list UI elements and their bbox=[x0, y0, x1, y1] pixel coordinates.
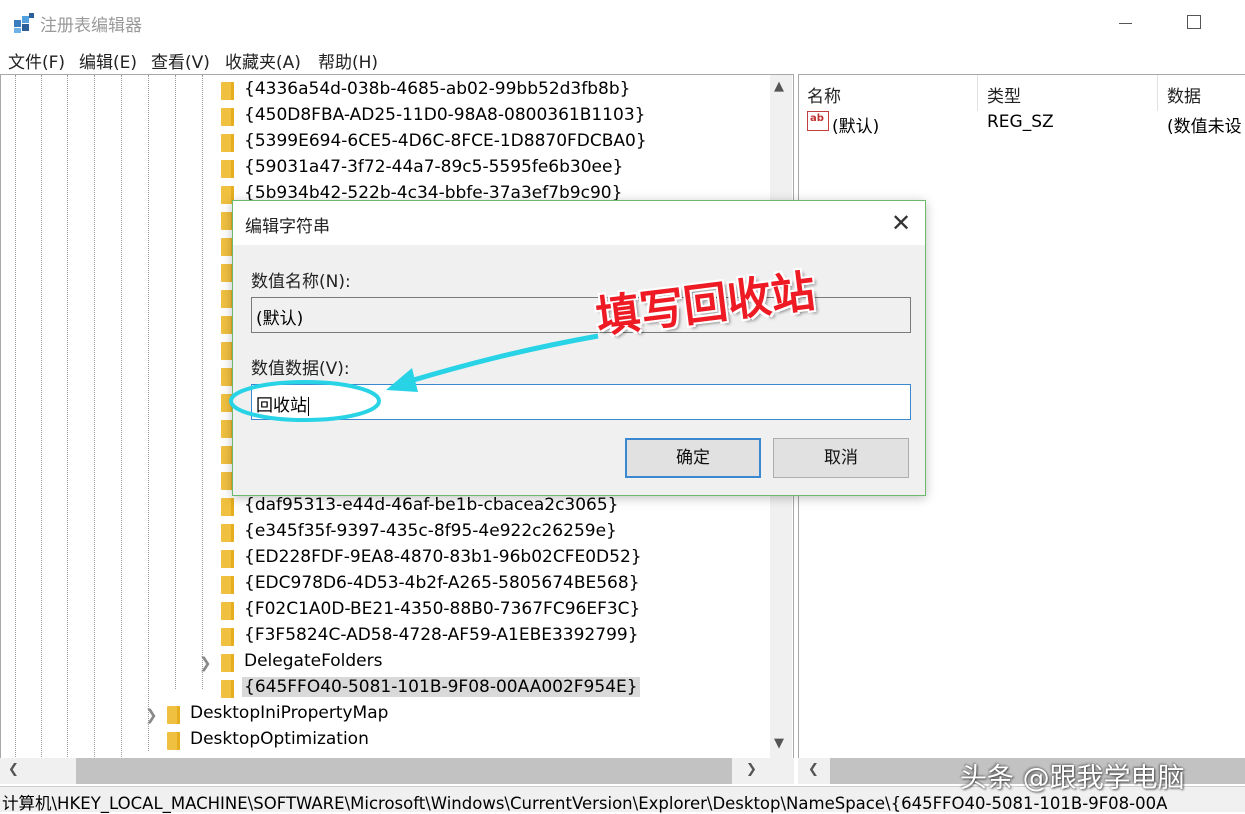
folder-icon bbox=[221, 628, 234, 646]
menu-bar: 文件(F) 编辑(E) 查看(V) 收藏夹(A) 帮助(H) bbox=[0, 44, 1245, 74]
title-bar: 注册表编辑器 bbox=[0, 0, 1245, 44]
tree-guide-line bbox=[175, 75, 176, 689]
value-data-input[interactable]: 回收站 bbox=[251, 384, 911, 420]
window-title: 注册表编辑器 bbox=[40, 16, 142, 36]
value-type: REG_SZ bbox=[987, 112, 1054, 132]
minimize-button[interactable] bbox=[1102, 2, 1148, 42]
cancel-button[interactable]: 取消 bbox=[773, 438, 909, 478]
folder-icon bbox=[221, 82, 234, 100]
tree-guide-line bbox=[202, 75, 203, 689]
folder-icon bbox=[221, 550, 234, 568]
menu-view[interactable]: 查看(V) bbox=[151, 48, 210, 73]
tree-guide-line bbox=[15, 75, 16, 758]
string-value-icon: ab bbox=[807, 111, 829, 131]
scroll-down-icon[interactable]: ▼ bbox=[774, 736, 784, 751]
tree-guide-line bbox=[94, 75, 95, 758]
watermark: 头条 @跟我学电脑 bbox=[960, 763, 1185, 794]
scroll-up-icon[interactable]: ▲ bbox=[774, 79, 784, 94]
scroll-left-icon[interactable]: ❮ bbox=[808, 762, 819, 777]
value-data: (数值未设 bbox=[1167, 117, 1242, 137]
ok-button[interactable]: 确定 bbox=[625, 438, 761, 478]
folder-icon bbox=[221, 498, 234, 516]
tree-guide-line bbox=[41, 75, 42, 758]
chevron-right-icon[interactable]: ❯ bbox=[145, 706, 158, 724]
value-name-label: 数值名称(N): bbox=[251, 272, 351, 292]
folder-icon bbox=[221, 680, 234, 698]
edit-string-dialog: 编辑字符串 ✕ 数值名称(N): (默认) 数值数据(V): 回收站 确定 取消 bbox=[232, 200, 926, 496]
tree-guide-line bbox=[121, 75, 122, 758]
value-data-text: 回收站 bbox=[256, 396, 307, 416]
text-caret bbox=[308, 396, 309, 416]
tree-horizontal-scroll-thumb[interactable] bbox=[76, 758, 732, 784]
tree-guide-line bbox=[148, 75, 149, 751]
folder-icon bbox=[221, 134, 234, 152]
scroll-left-icon[interactable]: ❮ bbox=[8, 762, 19, 777]
folder-icon bbox=[167, 732, 180, 750]
column-header-name[interactable]: 名称 bbox=[807, 82, 841, 107]
column-header-type[interactable]: 类型 bbox=[987, 82, 1021, 107]
maximize-button[interactable] bbox=[1172, 2, 1218, 42]
folder-icon bbox=[221, 160, 234, 178]
column-header-data[interactable]: 数据 bbox=[1167, 82, 1201, 107]
menu-favorites[interactable]: 收藏夹(A) bbox=[225, 48, 301, 73]
column-divider[interactable] bbox=[977, 75, 978, 111]
dialog-title: 编辑字符串 bbox=[245, 217, 330, 237]
scroll-right-icon[interactable]: ❯ bbox=[746, 762, 757, 777]
folder-icon bbox=[221, 524, 234, 542]
regedit-icon bbox=[14, 13, 34, 33]
menu-edit[interactable]: 编辑(E) bbox=[79, 48, 137, 73]
value-data-label: 数值数据(V): bbox=[251, 359, 350, 379]
column-divider[interactable] bbox=[1157, 75, 1158, 111]
menu-help[interactable]: 帮助(H) bbox=[318, 48, 378, 73]
close-icon[interactable]: ✕ bbox=[881, 205, 921, 241]
folder-icon bbox=[221, 602, 234, 620]
chevron-right-icon[interactable]: ❯ bbox=[199, 654, 212, 672]
folder-icon bbox=[167, 706, 180, 724]
folder-icon bbox=[221, 108, 234, 126]
value-name[interactable]: (默认) bbox=[832, 112, 879, 137]
menu-file[interactable]: 文件(F) bbox=[8, 48, 65, 73]
tree-guide-line bbox=[67, 75, 68, 758]
folder-icon bbox=[221, 576, 234, 594]
folder-icon bbox=[221, 654, 234, 672]
dialog-title-bar: 编辑字符串 ✕ bbox=[233, 201, 925, 245]
